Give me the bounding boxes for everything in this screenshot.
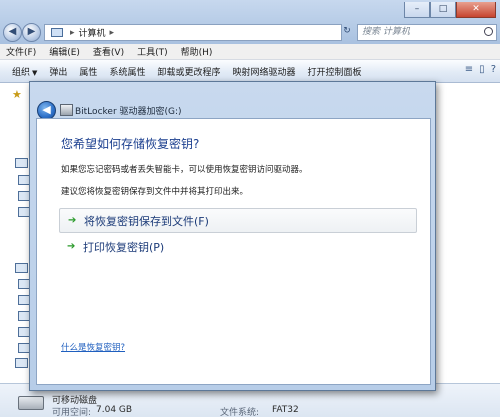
open-control-panel-button[interactable]: 打开控制面板 (307, 65, 361, 78)
menu-tools[interactable]: 工具(T) (131, 45, 175, 58)
dialog-title: BitLocker 驱动器加密(G:) (75, 107, 182, 117)
map-network-drive-button[interactable]: 映射网络驱动器 (232, 65, 295, 78)
dialog-recommendation: 建议您将恢复密钥保存到文件中并将其打印出来。 (61, 187, 249, 197)
title-bar: – □ ✕ ◀ ▶ ▸ 计算机 ▸ ↻ 搜索 计算机 (0, 0, 500, 44)
system-properties-button[interactable]: 系统属性 (109, 65, 145, 78)
help-icon[interactable]: ? (491, 64, 496, 75)
view-controls: ≡ ▯ ? (465, 64, 496, 75)
dialog-description: 如果您忘记密码或者丢失智能卡，可以使用恢复密钥访问驱动器。 (61, 165, 308, 175)
menu-edit[interactable]: 编辑(E) (43, 45, 87, 58)
view-options-icon[interactable]: ≡ (465, 64, 473, 75)
menu-file[interactable]: 文件(F) (0, 45, 43, 58)
dialog-body: 您希望如何存储恢复密钥? 如果您忘记密码或者丢失智能卡，可以使用恢复密钥访问驱动… (36, 118, 431, 385)
eject-button[interactable]: 弹出 (49, 65, 67, 78)
content-pane (430, 83, 500, 383)
bitlocker-drive-icon (60, 104, 73, 116)
minimize-button[interactable]: – (404, 2, 430, 18)
green-arrow-icon: ➔ (68, 215, 77, 226)
menu-view[interactable]: 查看(V) (87, 45, 131, 58)
chevron-down-icon: ▼ (32, 68, 38, 77)
uninstall-program-button[interactable]: 卸载或更改程序 (157, 65, 220, 78)
save-to-file-option[interactable]: ➔ 将恢复密钥保存到文件(F) (59, 208, 417, 233)
removable-drive-icon (18, 396, 44, 410)
dialog-heading: 您希望如何存储恢复密钥? (61, 137, 200, 151)
breadcrumb-separator: ▸ (70, 27, 75, 38)
address-bar[interactable]: ▸ 计算机 ▸ (44, 24, 342, 41)
search-icon[interactable] (484, 27, 493, 36)
green-arrow-icon: ➔ (67, 241, 76, 252)
filesystem-label: 文件系统: (220, 408, 260, 418)
library-icon[interactable] (15, 158, 28, 168)
network-icon[interactable] (15, 358, 28, 368)
breadcrumb-separator: ▸ (109, 27, 115, 38)
preview-pane-icon[interactable]: ▯ (479, 64, 485, 75)
print-key-option[interactable]: ➔ 打印恢复密钥(P) (59, 235, 415, 258)
save-to-file-label: 将恢复密钥保存到文件(F) (84, 214, 209, 228)
organize-label: 组织 (12, 67, 31, 78)
what-is-recovery-key-link[interactable]: 什么是恢复密钥? (61, 341, 125, 353)
menu-help[interactable]: 帮助(H) (175, 45, 220, 58)
search-placeholder: 搜索 计算机 (362, 27, 410, 37)
navigation-pane: ★ (0, 83, 31, 383)
filesystem-value: FAT32 (272, 405, 299, 415)
properties-button[interactable]: 属性 (79, 65, 97, 78)
print-key-label: 打印恢复密钥(P) (83, 240, 165, 254)
dialog-header: ◀ BitLocker 驱动器加密(G:) (30, 82, 435, 120)
window-controls: – □ ✕ (404, 2, 496, 18)
search-input[interactable]: 搜索 计算机 (357, 24, 497, 41)
forward-arrow-icon[interactable]: ▶ (22, 23, 41, 42)
computer-icon (51, 28, 63, 37)
organize-button[interactable]: 组织 ▼ (12, 65, 37, 78)
close-button[interactable]: ✕ (456, 2, 496, 18)
refresh-icon[interactable]: ↻ (341, 24, 353, 39)
favorites-star-icon[interactable]: ★ (12, 88, 22, 101)
bitlocker-dialog: ◀ BitLocker 驱动器加密(G:) 您希望如何存储恢复密钥? 如果您忘记… (29, 81, 436, 391)
free-space-label: 可用空间: (52, 408, 92, 418)
menu-bar: 文件(F) 编辑(E) 查看(V) 工具(T) 帮助(H) (0, 44, 500, 60)
command-bar: 组织 ▼ 弹出 属性 系统属性 卸载或更改程序 映射网络驱动器 打开控制面板 ≡ … (0, 60, 500, 83)
computer-icon[interactable] (15, 263, 28, 273)
back-arrow-icon[interactable]: ◀ (3, 23, 22, 42)
free-space-value: 7.04 GB (96, 405, 133, 415)
breadcrumb-computer[interactable]: 计算机 (79, 26, 106, 39)
maximize-button[interactable]: □ (430, 2, 456, 18)
